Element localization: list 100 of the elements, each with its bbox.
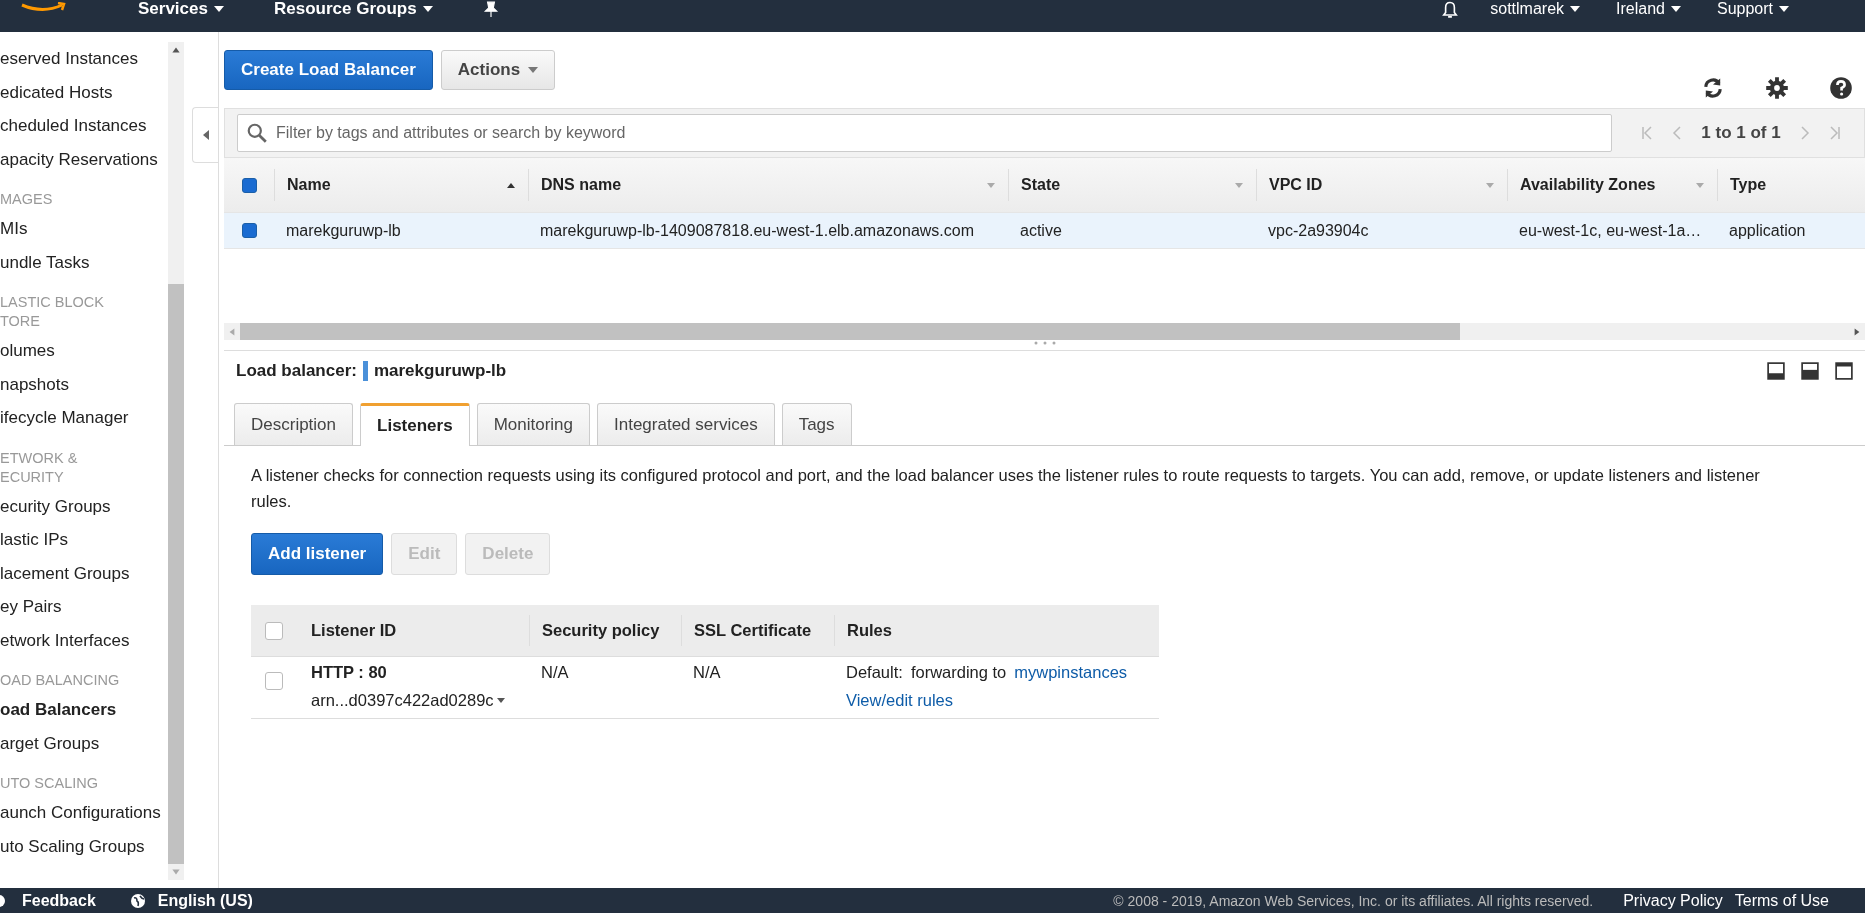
pane-split-icon[interactable]: [1801, 362, 1819, 380]
sort-ascending-icon[interactable]: [506, 181, 516, 189]
select-all-checkbox[interactable]: [241, 177, 257, 193]
caret-icon: [1670, 6, 1681, 12]
table-cell: N/A: [693, 663, 721, 682]
pane-top-icon[interactable]: [1835, 362, 1853, 380]
next-page-icon[interactable]: [1798, 125, 1811, 141]
globe-icon[interactable]: [129, 892, 146, 909]
footer-link[interactable]: Privacy Policy: [1623, 891, 1723, 910]
last-page-icon[interactable]: [1828, 125, 1841, 141]
tab[interactable]: Integrated services: [597, 403, 775, 445]
sidebar-heading: OAD BALANCING: [0, 671, 121, 690]
search-field[interactable]: Filter by tags and attributes or search by keyword: [237, 114, 1612, 152]
settings-icon[interactable]: [1765, 76, 1789, 100]
column-header[interactable]: VPC ID: [1256, 168, 1507, 202]
sidebar-item[interactable]: lacement Groups: [0, 556, 168, 590]
first-page-icon[interactable]: [1641, 125, 1654, 141]
collapse-sidebar-button[interactable]: [192, 107, 218, 163]
table-cell: eu-west-1c, eu-west-1a…: [1519, 221, 1702, 240]
action-button[interactable]: Add listener: [251, 533, 384, 575]
nav-menu[interactable]: Ireland: [1616, 0, 1707, 18]
sidebar-item[interactable]: ey Pairs: [0, 590, 168, 624]
tab[interactable]: Tags: [781, 403, 852, 445]
target-group-link[interactable]: mywpinstances: [1014, 663, 1128, 682]
caret-icon: [1779, 6, 1789, 12]
sidebar-heading: UTO SCALING: [0, 774, 100, 793]
column-header[interactable]: Type: [1717, 168, 1865, 202]
dropdown-caret-icon[interactable]: [986, 181, 996, 189]
drag-handle-icon[interactable]: [1032, 341, 1057, 345]
column-header[interactable]: Name: [274, 168, 528, 202]
sidebar-item[interactable]: napshots: [0, 367, 168, 401]
bell-icon[interactable]: [1440, 0, 1461, 20]
sidebar-item[interactable]: MIs: [0, 212, 168, 246]
caret-icon[interactable]: [496, 698, 505, 703]
table-cell: marekguruwp-lb: [286, 221, 401, 240]
row-checkbox[interactable]: [264, 672, 283, 690]
table-cell: application: [1729, 221, 1806, 240]
sidebar-item[interactable]: uto Scaling Groups: [0, 829, 168, 863]
create-load-balancer-button[interactable]: Create Load Balancer: [224, 50, 433, 90]
dropdown-caret-icon[interactable]: [1234, 181, 1244, 189]
sidebar-item[interactable]: olumes: [0, 334, 168, 368]
name-marker-bar: [362, 361, 368, 381]
scrollbar[interactable]: [168, 42, 184, 880]
sidebar-item[interactable]: undle Tasks: [0, 245, 168, 279]
nav-menu[interactable]: Support: [1716, 0, 1815, 18]
footer-link[interactable]: Terms of Use: [1734, 891, 1829, 910]
horizontal-scrollbar[interactable]: [224, 323, 1865, 340]
copyright-text: © 2008 - 2019, Amazon Web Services, Inc. or its affiliates. All rights reserved.: [1113, 892, 1594, 909]
tab[interactable]: Monitoring: [476, 403, 590, 445]
listener-arn: arn...d0397c422ad0289c: [311, 691, 494, 710]
sidebar-item[interactable]: arget Groups: [0, 726, 168, 760]
pane-bottom-icon[interactable]: [1767, 362, 1785, 380]
table-cell: vpc-2a93904c: [1268, 221, 1369, 240]
actions-dropdown[interactable]: Actions: [440, 50, 556, 90]
nav-menu[interactable]: Services: [138, 0, 250, 19]
scroll-thumb[interactable]: [168, 284, 184, 864]
view-edit-rules-link[interactable]: View/edit rules: [846, 691, 953, 710]
sidebar-heading: LASTIC BLOCK TORE: [0, 293, 105, 331]
help-icon[interactable]: [1829, 76, 1853, 100]
table-row[interactable]: marekguruwp-lb marekguruwp-lb-1409087818.eu-west-1.elb.amazonaws.com active vpc-2a93904c eu-west-1c, eu-west-1a… application: [224, 213, 1865, 249]
caret-icon: [1570, 6, 1581, 12]
caret-icon: [528, 67, 539, 73]
sidebar-item[interactable]: cheduled Instances: [0, 109, 168, 143]
select-all-checkbox[interactable]: [264, 621, 283, 640]
row-checkbox[interactable]: [241, 223, 257, 238]
nav-menu[interactable]: sottlmarek: [1490, 0, 1607, 18]
load-balancer-name: marekguruwp-lb: [373, 361, 507, 381]
listener-protocol: HTTP : 80: [311, 663, 387, 682]
column-header[interactable]: State: [1008, 168, 1256, 202]
sidebar-item[interactable]: ecurity Groups: [0, 489, 168, 523]
table-cell: active: [1020, 221, 1062, 240]
dropdown-caret-icon[interactable]: [1695, 181, 1705, 189]
scroll-thumb[interactable]: [240, 323, 1460, 340]
column-header[interactable]: Availability Zones: [1507, 168, 1717, 202]
description-text: A listener checks for connection requests using its configured protocol and port, and the load balancer uses the listener rules to route requests to targets. You can add, remove, or update listeners and listener rules.: [251, 465, 1761, 512]
previous-page-icon[interactable]: [1671, 125, 1684, 141]
tab[interactable]: Description: [234, 403, 354, 445]
pin-icon[interactable]: [482, 1, 499, 17]
column-header: Rules: [847, 621, 892, 640]
sidebar-item[interactable]: aunch Configurations: [0, 796, 168, 830]
sidebar-item[interactable]: apacity Reservations: [0, 142, 168, 176]
caret-icon: [213, 6, 224, 12]
sidebar-item[interactable]: lastic IPs: [0, 523, 168, 557]
rule-text: forwarding to: [910, 663, 1007, 682]
sidebar-item[interactable]: edicated Hosts: [0, 75, 168, 109]
sidebar-item[interactable]: etwork Interfaces: [0, 623, 168, 657]
sidebar-item[interactable]: eserved Instances: [0, 42, 168, 76]
nav-menu[interactable]: Resource Groups: [273, 0, 459, 19]
refresh-icon[interactable]: [1701, 76, 1725, 100]
sidebar-item[interactable]: ifecycle Manager: [0, 401, 168, 435]
feedback-link[interactable]: Feedback: [22, 891, 96, 910]
column-header: SSL Certificate: [694, 621, 812, 640]
column-header: Security policy: [542, 621, 660, 640]
tab[interactable]: Listeners: [360, 403, 470, 446]
sidebar-item[interactable]: oad Balancers: [0, 693, 168, 727]
language-selector[interactable]: English (US): [157, 891, 253, 910]
column-header: Listener ID: [311, 621, 397, 640]
column-header[interactable]: DNS name: [528, 168, 1008, 202]
rule-label: Default:: [846, 663, 903, 682]
dropdown-caret-icon[interactable]: [1485, 181, 1495, 189]
